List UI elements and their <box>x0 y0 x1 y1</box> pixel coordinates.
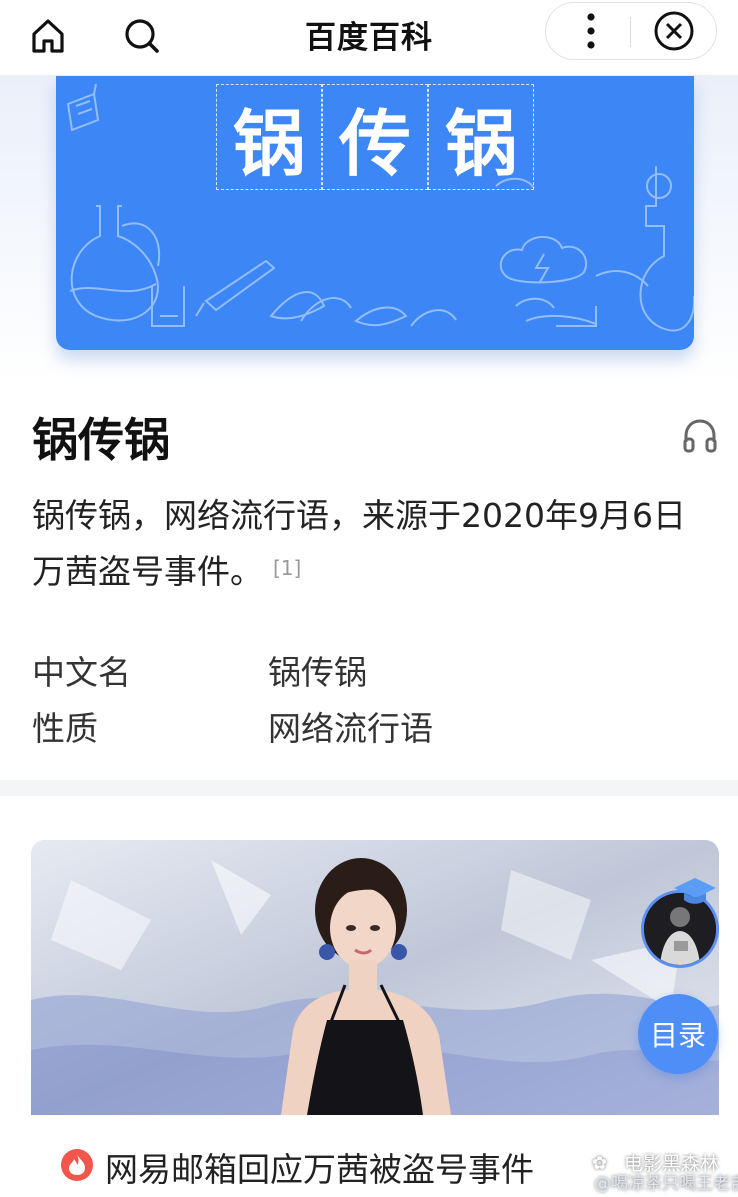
entry-title: 锅传锅 <box>32 413 170 467</box>
wechat-icon: ✿ <box>592 1153 608 1174</box>
watermark: ✿ 电影黑森林 @喝凉茶只喝王老吉 <box>548 1152 738 1195</box>
summary-text: 锅传锅，网络流行语，来源于2020年9月6日万茜盗号事件。 <box>32 496 686 591</box>
infobox-key: 性质 <box>32 709 98 748</box>
more-vertical-icon <box>587 13 595 49</box>
entry-summary: 锅传锅，网络流行语，来源于2020年9月6日万茜盗号事件。 [1] <box>32 488 712 600</box>
watermark-line2: @喝凉茶只喝王老吉 <box>594 1174 738 1194</box>
watermark-line1: 电影黑森林 <box>624 1153 720 1175</box>
graduation-cap-icon <box>674 878 716 904</box>
top-navbar: 百度百科 <box>0 0 738 76</box>
section-divider <box>0 780 738 796</box>
fire-glyph <box>69 1155 85 1175</box>
fire-icon <box>61 1149 93 1181</box>
banner-char: 锅 <box>428 84 534 190</box>
news-headline: 网易邮箱回应万茜被盗号事件 <box>105 1150 534 1189</box>
more-button[interactable] <box>564 3 618 59</box>
page: 百度百科 锅 传 锅 锅传锅 锅传锅，网络流行语，来源于2020年9月6日万茜盗… <box>0 0 738 1197</box>
entry-banner: 锅 传 锅 <box>56 76 694 350</box>
mini-program-capsule <box>545 2 717 60</box>
infobox-value: 锅传锅 <box>268 653 367 692</box>
banner-title-grid: 锅 传 锅 <box>216 84 534 190</box>
close-circle-icon <box>654 11 694 51</box>
headphones-icon <box>683 419 717 453</box>
reference-link[interactable]: [1] <box>273 556 301 580</box>
news-photo[interactable] <box>31 840 719 1115</box>
toc-button[interactable]: 目录 <box>638 994 718 1074</box>
audio-button[interactable] <box>676 412 724 460</box>
close-button[interactable] <box>644 3 704 59</box>
infobox-key: 中文名 <box>32 653 131 692</box>
capsule-divider <box>630 17 631 47</box>
banner-char: 锅 <box>216 84 322 190</box>
news-photo-image <box>31 840 719 1115</box>
banner-char: 传 <box>322 84 428 190</box>
infobox-value: 网络流行语 <box>268 709 433 748</box>
